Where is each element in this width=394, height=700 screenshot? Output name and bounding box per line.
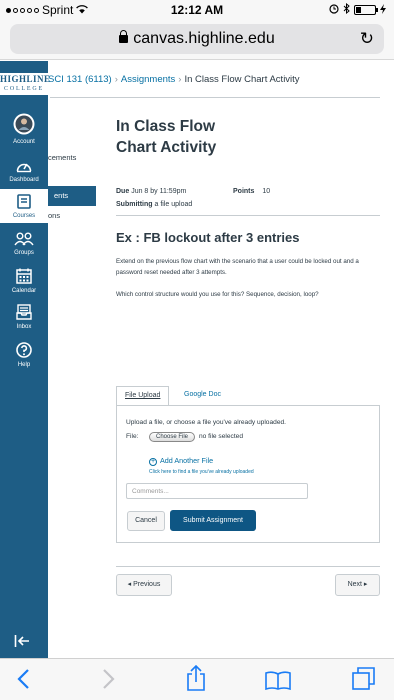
tab-file-upload[interactable]: File Upload: [116, 386, 170, 406]
nav-label-account: Account: [13, 139, 35, 145]
page-title: In Class Flow Chart Activity: [116, 118, 217, 156]
nav-label-calendar: Calendar: [11, 288, 37, 294]
assignment-heading: Ex : FB lockout after 3 entries: [116, 230, 300, 245]
add-another-file-link[interactable]: + Add Another File: [149, 456, 213, 466]
help-icon: [0, 342, 48, 360]
find-uploaded-file-link[interactable]: Click here to find a file you've already…: [149, 469, 254, 475]
nav-label-dashboard: Dashboard: [9, 177, 39, 183]
share-icon[interactable]: [186, 664, 206, 696]
breadcrumb-current: In Class Flow Chart Activity: [184, 74, 300, 85]
bookmarks-icon[interactable]: [265, 670, 291, 695]
inbox-icon: [0, 304, 48, 322]
breadcrumb-course[interactable]: SCI 131 (6113): [48, 74, 112, 85]
divider: [116, 215, 380, 216]
college-logo[interactable]: HIGHLINE COLLEGE: [0, 73, 51, 95]
nav-item-account[interactable]: Account: [0, 113, 48, 145]
course-nav-discussions[interactable]: ons: [48, 211, 60, 220]
comments-input[interactable]: Comments...: [126, 483, 308, 499]
status-icons: [329, 2, 386, 17]
assignment-description: Extend on the previous flow chart with t…: [116, 258, 359, 276]
previous-button[interactable]: ◂ Previous: [116, 574, 172, 596]
calendar-icon: [0, 268, 48, 286]
course-nav-assignments[interactable]: ents: [48, 186, 96, 206]
plus-circle-icon: +: [149, 458, 157, 466]
due-label: Due: [116, 188, 130, 195]
tab-google-doc[interactable]: Google Doc: [176, 386, 229, 406]
collapse-nav-icon[interactable]: [14, 634, 30, 652]
forward-icon[interactable]: [102, 668, 116, 695]
choose-file-button[interactable]: Choose File: [149, 432, 196, 442]
next-button[interactable]: Next ▸: [335, 574, 380, 596]
browser-address-bar: canvas.highline.edu ↻: [0, 20, 394, 60]
nav-item-help[interactable]: Help: [0, 342, 48, 368]
breadcrumb-assignments[interactable]: Assignments: [121, 74, 175, 85]
divider: [116, 566, 380, 567]
reload-icon[interactable]: ↻: [360, 29, 374, 49]
points-value: 10: [262, 188, 271, 195]
nav-item-groups[interactable]: Groups: [0, 232, 48, 256]
global-navigation: HIGHLINE COLLEGE Account Dashboard Cours…: [0, 61, 51, 658]
nav-label-help: Help: [17, 362, 31, 368]
course-nav-announcements[interactable]: cements: [48, 153, 76, 162]
nav-item-courses[interactable]: Courses: [0, 189, 48, 223]
no-file-status: no file selected: [199, 433, 243, 440]
breadcrumb: SCI 131 (6113) › Assignments › In Class Flow…: [48, 74, 300, 85]
nav-item-calendar[interactable]: Calendar: [0, 268, 48, 294]
add-another-file-label: Add Another File: [160, 456, 214, 465]
nav-item-inbox[interactable]: Inbox: [0, 304, 48, 330]
divider: [50, 97, 380, 98]
groups-icon: [0, 232, 48, 248]
dashboard-icon: [0, 159, 48, 175]
url-text: canvas.highline.edu: [133, 30, 275, 47]
avatar-icon: [0, 113, 48, 137]
breadcrumb-separator: ›: [178, 74, 182, 85]
url-field[interactable]: canvas.highline.edu ↻: [10, 24, 384, 54]
battery-icon: [354, 5, 378, 15]
alarm-icon: [329, 3, 339, 17]
browser-toolbar: [0, 658, 394, 700]
breadcrumb-separator: ›: [114, 74, 118, 85]
nav-item-dashboard[interactable]: Dashboard: [0, 159, 48, 183]
ios-status-bar: Sprint 12:12 AM: [0, 0, 394, 20]
logo-text-line1: HIGHLINE: [0, 74, 51, 84]
nav-label-groups: Groups: [14, 250, 34, 256]
nav-label-courses: Courses: [12, 213, 36, 219]
lock-icon: [119, 30, 129, 43]
submitting-label: Submitting: [116, 201, 153, 208]
submit-assignment-button[interactable]: Submit Assignment: [170, 510, 256, 531]
nav-label-inbox: Inbox: [16, 324, 32, 330]
courses-icon: [0, 194, 48, 211]
submitting-value: a file upload: [154, 201, 193, 208]
charging-icon: [380, 3, 386, 17]
bluetooth-icon: [343, 2, 350, 17]
assignment-question: Which control structure would you use fo…: [116, 291, 319, 298]
tabs-icon[interactable]: [352, 667, 376, 696]
upload-instructions: Upload a file, or choose a file you've a…: [126, 419, 286, 426]
points-label: Points: [233, 188, 255, 195]
due-value: Jun 8 by 11:59pm: [131, 188, 187, 195]
back-icon[interactable]: [16, 668, 30, 695]
cancel-button[interactable]: Cancel: [127, 511, 165, 531]
logo-text-line2: COLLEGE: [4, 86, 44, 92]
file-label: File:: [126, 433, 139, 440]
